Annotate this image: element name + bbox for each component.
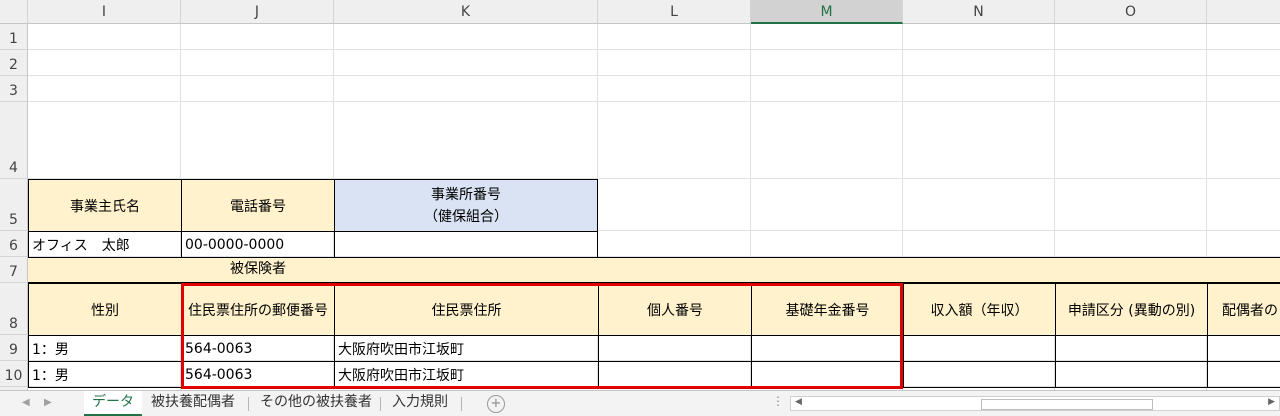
cell-pension-number-value[interactable] (751, 361, 904, 388)
row-header-4[interactable]: 4 (0, 102, 28, 179)
cell-office-number-header[interactable]: 事業所番号 （健保組合） (334, 179, 598, 232)
cell-pension-number-header[interactable]: 基礎年金番号 (751, 283, 904, 336)
scroll-right-icon[interactable]: ▶ (1268, 397, 1275, 407)
cell-application-value[interactable] (1055, 335, 1208, 362)
cell-gender-value[interactable]: 1：男 (28, 361, 182, 388)
cell-income-value[interactable] (903, 361, 1056, 388)
cell-income-header[interactable]: 収入額（年収） (903, 283, 1056, 336)
sheet-tab-input-rules[interactable]: 入力規則 (384, 391, 456, 416)
cell-insured-label[interactable]: 被保険者 (181, 257, 335, 283)
column-header-K[interactable]: K (334, 0, 598, 24)
cell-pension-number-value[interactable] (751, 335, 904, 362)
cell-office-number-value[interactable] (334, 231, 598, 258)
cell-spouse-value[interactable] (1207, 335, 1280, 362)
tab-splitter-icon[interactable]: ⋮ (772, 394, 784, 408)
cell-application-header[interactable]: 申請区分 (異動の別) (1055, 283, 1208, 336)
cell-postal-value[interactable]: 564-0063 (181, 361, 335, 388)
cell-address-value[interactable]: 大阪府吹田市江坂町 (334, 361, 599, 388)
cell-postal-value[interactable]: 564-0063 (181, 335, 335, 362)
cell-gender-header[interactable]: 性別 (28, 283, 182, 336)
tab-divider (380, 397, 381, 411)
cell-income-value[interactable] (903, 335, 1056, 362)
prev-sheet-icon[interactable]: ◀ (22, 397, 30, 408)
cell-address-header[interactable]: 住民票住所 (334, 283, 599, 336)
tab-divider (461, 397, 462, 411)
gridline (28, 101, 1280, 102)
row-header-7[interactable]: 7 (0, 257, 28, 283)
cell-phone-header[interactable]: 電話番号 (181, 179, 335, 232)
row-header-8[interactable]: 8 (0, 283, 28, 335)
spreadsheet-grid[interactable]: I J K L M N O 1 2 3 4 5 6 7 8 9 10 事業主氏名… (0, 0, 1280, 390)
cell-spouse-value[interactable] (1207, 361, 1280, 388)
row-header-5[interactable]: 5 (0, 179, 28, 231)
gridline (28, 75, 1280, 76)
gridline (28, 49, 1280, 50)
select-all-corner[interactable] (0, 0, 28, 24)
next-sheet-icon[interactable]: ▶ (44, 397, 52, 408)
column-header-P[interactable] (1207, 0, 1280, 24)
cell-personal-number-value[interactable] (598, 335, 752, 362)
column-header-I[interactable]: I (28, 0, 181, 24)
office-number-line2: （健保組合） (424, 208, 508, 225)
sheet-tab-other-dependents[interactable]: その他の被扶養者 (252, 391, 380, 416)
column-header-J[interactable]: J (181, 0, 334, 24)
row-header-1[interactable]: 1 (0, 24, 28, 50)
cell-owner-name-header[interactable]: 事業主氏名 (28, 179, 182, 232)
column-header-O[interactable]: O (1055, 0, 1207, 24)
cell-postal-header[interactable]: 住民票住所の郵便番号 (181, 283, 335, 336)
cell-address-value[interactable]: 大阪府吹田市江坂町 (334, 335, 599, 362)
cell-spouse-header[interactable]: 配偶者の (1207, 283, 1280, 336)
cell-personal-number-value[interactable] (598, 361, 752, 388)
column-header-L[interactable]: L (598, 0, 751, 24)
cell-application-value[interactable] (1055, 361, 1208, 388)
row-header-10[interactable]: 10 (0, 361, 28, 387)
cell-gender-value[interactable]: 1：男 (28, 335, 182, 362)
column-header-N[interactable]: N (903, 0, 1055, 24)
scroll-left-icon[interactable]: ◀ (795, 397, 802, 407)
row-header-6[interactable]: 6 (0, 231, 28, 257)
tab-divider (248, 397, 249, 411)
sheet-tab-spouse[interactable]: 被扶養配偶者 (143, 391, 243, 416)
row-header-9[interactable]: 9 (0, 335, 28, 361)
column-header-M[interactable]: M (751, 0, 903, 24)
cell-personal-number-header[interactable]: 個人番号 (598, 283, 752, 336)
cell-phone-value[interactable]: 00-0000-0000 (181, 231, 335, 258)
row-header-2[interactable]: 2 (0, 50, 28, 76)
horizontal-scrollbar[interactable]: ◀ ▶ (790, 396, 1280, 411)
row-header-3[interactable]: 3 (0, 76, 28, 102)
add-sheet-icon[interactable]: + (487, 395, 505, 413)
cell-owner-name-value[interactable]: オフィス 太郎 (28, 231, 182, 258)
sheet-tab-data[interactable]: データ (84, 391, 142, 416)
scroll-thumb[interactable] (981, 399, 1153, 410)
sheet-tab-bar: ◀ ▶ データ 被扶養配偶者 その他の被扶養者 入力規則 + ⋮ ◀ ▶ (0, 390, 1280, 416)
office-number-line1: 事業所番号 (431, 186, 501, 203)
